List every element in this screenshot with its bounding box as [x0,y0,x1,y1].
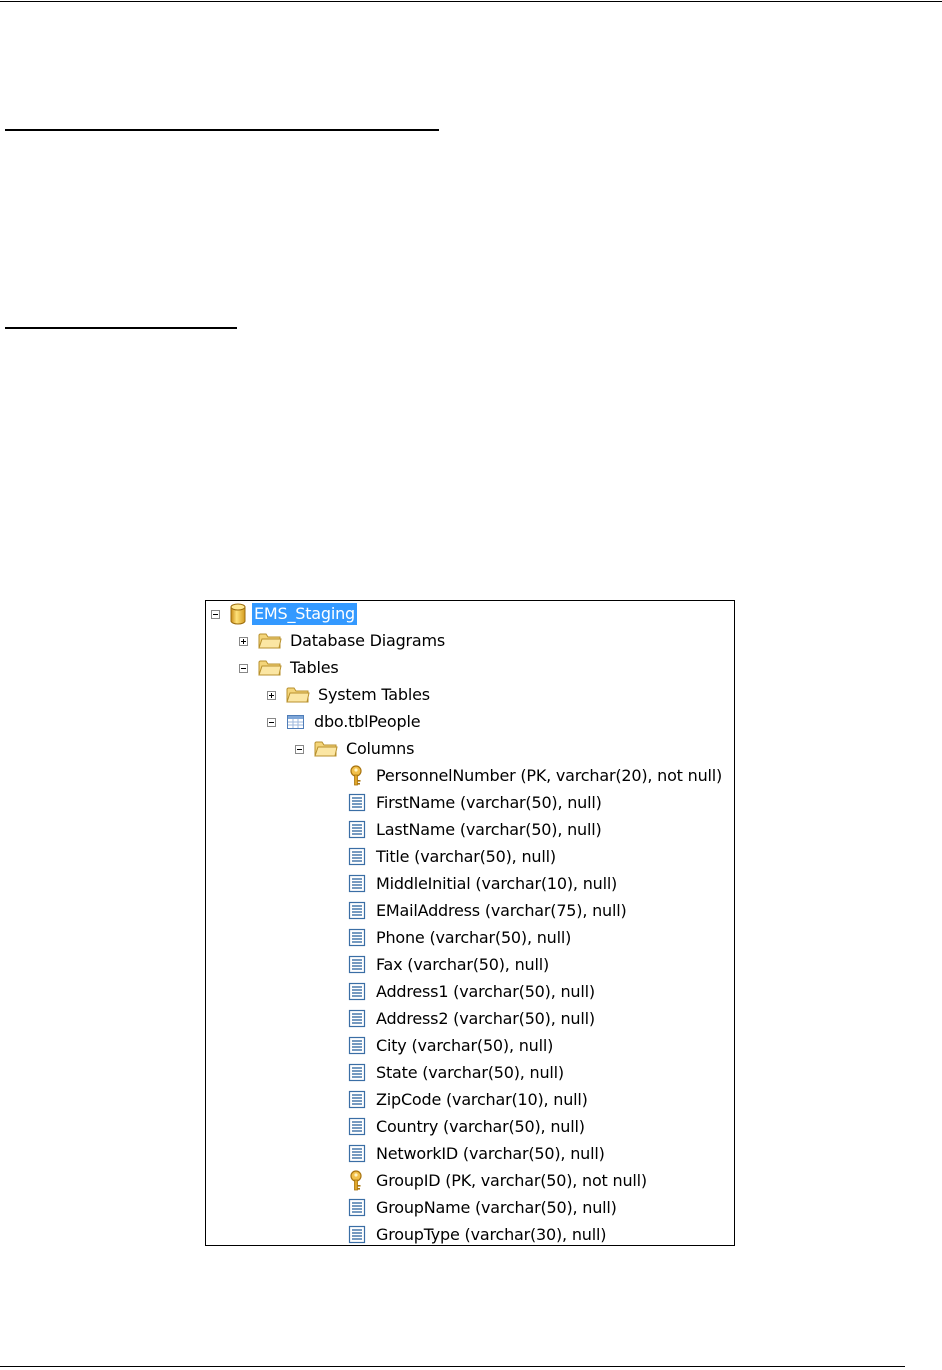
folder-icon [258,660,282,676]
column-node-label: MiddleInitial (varchar(10), null) [376,874,618,893]
table-icon [287,715,304,729]
column-node[interactable]: Country (varchar(50), null) [348,1115,587,1139]
column-node[interactable]: City (varchar(50), null) [348,1034,555,1058]
column-icon [348,901,366,920]
column-node-label: LastName (varchar(50), null) [376,820,602,839]
column-node-label: Address2 (varchar(50), null) [376,1009,595,1028]
column-icon [348,820,366,839]
column-icon [348,955,366,974]
tree-node-label: System Tables [318,685,430,704]
column-node[interactable]: Phone (varchar(50), null) [348,926,573,950]
column-node[interactable]: GroupName (varchar(50), null) [348,1196,619,1220]
column-icon [348,1144,366,1163]
column-node-label: NetworkID (varchar(50), null) [376,1144,605,1163]
column-node[interactable]: Title (varchar(50), null) [348,845,558,869]
column-icon [348,928,366,947]
column-node-label: FirstName (varchar(50), null) [376,793,602,812]
folder-icon [258,633,282,649]
column-node-label: ZipCode (varchar(10), null) [376,1090,588,1109]
top-rule [0,1,942,2]
column-node[interactable]: Address2 (varchar(50), null) [348,1007,597,1031]
column-icon [348,847,366,866]
column-node-label: EMailAddress (varchar(75), null) [376,901,627,920]
tree-node-root-label: EMS_Staging [252,603,358,625]
column-node[interactable]: GroupID (PK, varchar(50), not null) [348,1169,649,1193]
column-node[interactable]: FirstName (varchar(50), null) [348,791,604,815]
object-explorer-tree[interactable]: EMS_Staging Database Diagrams Tables Syste… [205,600,735,1246]
heading-underline-1 [5,129,439,131]
folder-icon [286,687,310,703]
column-node-label: GroupType (varchar(30), null) [376,1225,607,1244]
column-node[interactable]: GroupType (varchar(30), null) [348,1223,608,1245]
column-icon [348,1090,366,1109]
column-icon [348,982,366,1001]
tree-node-label: Database Diagrams [290,631,446,650]
expand-toggle-icon[interactable] [267,690,276,700]
column-node[interactable]: Fax (varchar(50), null) [348,953,551,977]
column-icon [348,793,366,812]
tree-node[interactable]: dbo.tblPeople [267,710,422,734]
column-node-label: GroupID (PK, varchar(50), not null) [376,1171,647,1190]
key-icon [350,1170,362,1191]
column-node-label: Address1 (varchar(50), null) [376,982,595,1001]
collapse-toggle-icon[interactable] [211,609,220,619]
collapse-toggle-icon[interactable] [295,744,304,754]
folder-icon [314,741,338,757]
tree-node[interactable]: System Tables [267,683,432,707]
column-node[interactable]: NetworkID (varchar(50), null) [348,1142,607,1166]
column-icon [348,1063,366,1082]
tree-node[interactable]: Columns [295,737,416,761]
column-node-label: State (varchar(50), null) [376,1063,564,1082]
column-node[interactable]: LastName (varchar(50), null) [348,818,604,842]
tree-node-label: dbo.tblPeople [314,712,421,731]
column-icon [348,1198,366,1217]
column-icon [348,874,366,893]
expand-toggle-icon[interactable] [239,636,248,646]
column-icon [348,1117,366,1136]
tree-node-label: Tables [290,658,339,677]
tree-node[interactable]: Database Diagrams [239,629,447,653]
column-node[interactable]: EMailAddress (varchar(75), null) [348,899,629,923]
collapse-toggle-icon[interactable] [267,717,276,727]
column-node[interactable]: Address1 (varchar(50), null) [348,980,597,1004]
column-icon [348,1009,366,1028]
tree-node-root[interactable]: EMS_Staging [211,602,358,626]
heading-underline-2 [5,327,237,329]
column-node-label: Phone (varchar(50), null) [376,928,572,947]
column-node[interactable]: State (varchar(50), null) [348,1061,566,1085]
column-node-label: GroupName (varchar(50), null) [376,1198,617,1217]
column-node[interactable]: PersonnelNumber (PK, varchar(20), not nu… [348,764,724,788]
tree-node-label: Columns [346,739,415,758]
bottom-rule [0,1366,905,1367]
key-icon [350,765,362,786]
column-node-label: City (varchar(50), null) [376,1036,554,1055]
database-icon [230,603,246,625]
column-node-label: Title (varchar(50), null) [376,847,556,866]
column-node-label: Fax (varchar(50), null) [376,955,549,974]
column-node[interactable]: ZipCode (varchar(10), null) [348,1088,590,1112]
column-icon [348,1036,366,1055]
column-node-label: Country (varchar(50), null) [376,1117,585,1136]
column-node[interactable]: MiddleInitial (varchar(10), null) [348,872,619,896]
tree-node[interactable]: Tables [239,656,341,680]
collapse-toggle-icon[interactable] [239,663,248,673]
column-icon [348,1225,366,1244]
column-node-label: PersonnelNumber (PK, varchar(20), not nu… [376,766,723,785]
